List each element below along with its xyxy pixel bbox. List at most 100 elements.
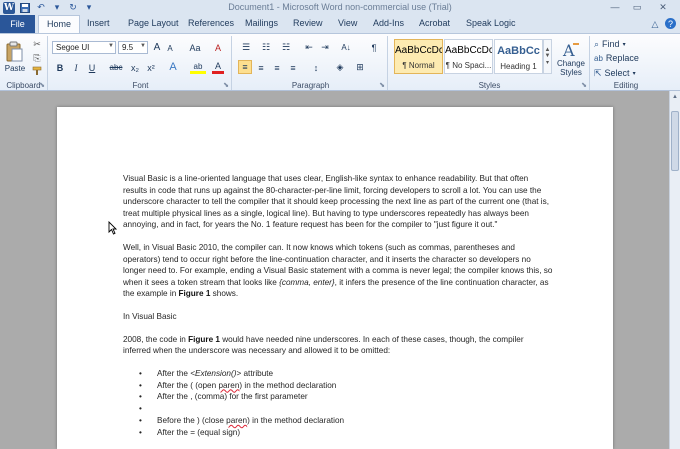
shrink-font-button[interactable]: A [164, 42, 176, 55]
change-styles-label: Change Styles [556, 59, 586, 77]
sort-button[interactable]: A↓ [338, 41, 354, 54]
spelling-error[interactable]: paren [226, 416, 247, 425]
text-effects-button[interactable]: A [166, 60, 180, 74]
center-button[interactable]: ≡ [254, 61, 268, 74]
line-spacing-button[interactable]: ↕ [308, 61, 324, 74]
change-styles-icon: A [562, 41, 579, 59]
borders-button[interactable]: ⊞ [352, 61, 368, 74]
close-button[interactable]: ✕ [648, 0, 678, 14]
ribbon: Paste ✂ ⎘ Clipboard ⬊ Segoe UI ▼ 9.5 ▼ A… [0, 33, 680, 91]
select-button[interactable]: ⇱ Select ▾ [594, 67, 636, 79]
highlight-button[interactable]: ab [190, 61, 206, 74]
paragraph-1[interactable]: Visual Basic is a line-oriented language… [123, 173, 553, 231]
font-launcher-icon[interactable]: ⬊ [223, 81, 229, 89]
find-icon: ⌕ [594, 38, 600, 49]
decrease-indent-button[interactable]: ⇤ [302, 41, 316, 54]
spelling-error[interactable]: paren [218, 381, 239, 390]
list-item[interactable]: After the = (equal sign) [139, 427, 553, 439]
change-styles-button[interactable]: A Change Styles [554, 37, 588, 81]
copy-icon[interactable]: ⎘ [30, 52, 44, 64]
tab-file[interactable]: File [0, 15, 35, 33]
chevron-down-icon: ▼ [108, 43, 114, 49]
italic-button[interactable]: I [70, 61, 82, 74]
group-label-styles: Styles [478, 81, 501, 90]
tab-speak-logic[interactable]: Speak Logic [466, 18, 516, 28]
subscript-button[interactable]: x₂ [128, 61, 142, 74]
paragraph-4[interactable]: 2008, the code in Figure 1 would have ne… [123, 334, 553, 357]
scroll-thumb[interactable] [671, 111, 679, 171]
align-right-button[interactable]: ≡ [270, 61, 284, 74]
replace-button[interactable]: ab Replace [594, 52, 639, 64]
shading-button[interactable]: ◈ [332, 61, 348, 74]
clipboard-launcher-icon[interactable]: ⬊ [39, 81, 45, 89]
style-name: ¶ No Spaci... [445, 61, 492, 70]
align-left-button[interactable]: ≡ [238, 60, 252, 74]
list-item[interactable] [139, 403, 553, 415]
maximize-button[interactable]: ▭ [626, 0, 648, 14]
increase-indent-button[interactable]: ⇥ [318, 41, 332, 54]
styles-launcher-icon[interactable]: ⬊ [581, 81, 587, 89]
tab-mailings[interactable]: Mailings [245, 18, 278, 28]
change-case-button[interactable]: Aa [186, 41, 204, 54]
tab-home[interactable]: Home [38, 15, 81, 34]
vertical-scrollbar[interactable]: ▲ [669, 91, 680, 449]
font-size-value: 9.5 [122, 43, 134, 52]
paste-label: Paste [4, 64, 26, 73]
numbering-button[interactable]: ☷ [258, 41, 274, 54]
tab-review[interactable]: Review [293, 18, 323, 28]
paste-button[interactable]: Paste [3, 37, 27, 77]
paragraph-launcher-icon[interactable]: ⬊ [379, 81, 385, 89]
strikethrough-button[interactable]: abc [108, 61, 124, 74]
find-button[interactable]: ⌕ Find ▾ [594, 38, 626, 50]
list-item[interactable]: After the <Extension()> attribute [139, 368, 553, 380]
superscript-button[interactable]: x² [144, 61, 158, 74]
minimize-ribbon-icon[interactable]: △ [649, 18, 661, 30]
font-name-combo[interactable]: Segoe UI ▼ [52, 41, 116, 54]
multilevel-list-button[interactable]: ☵ [278, 41, 294, 54]
replace-icon: ab [594, 53, 603, 63]
tab-acrobat[interactable]: Acrobat [419, 18, 450, 28]
tab-view[interactable]: View [338, 18, 357, 28]
list-item[interactable]: After the , (comma) for the first parame… [139, 391, 553, 403]
justify-button[interactable]: ≡ [286, 61, 300, 74]
style-sample: AaBbCcDc [445, 45, 492, 56]
font-size-combo[interactable]: 9.5 ▼ [118, 41, 148, 54]
select-label: Select [604, 68, 630, 78]
figure-reference: Figure 1 [188, 334, 220, 344]
style-heading-1[interactable]: AaBbCc Heading 1 [494, 39, 543, 74]
show-marks-button[interactable]: ¶ [368, 41, 380, 54]
format-painter-icon[interactable] [30, 65, 44, 77]
select-icon: ⇱ [594, 67, 602, 78]
minimize-button[interactable]: — [604, 0, 626, 14]
paragraph-4-text: 2008, the code in [123, 334, 189, 344]
document-page[interactable]: Visual Basic is a line-oriented language… [57, 107, 613, 449]
styles-scroll[interactable]: ▲ ▼ ▾ [543, 39, 552, 74]
tab-references[interactable]: References [188, 18, 234, 28]
help-icon[interactable]: ? [665, 18, 676, 29]
mouse-pointer-icon [108, 221, 117, 235]
tab-add-ins[interactable]: Add-Ins [373, 18, 404, 28]
list-item[interactable]: Before the ) (close paren) in the method… [139, 415, 553, 427]
paragraph-3[interactable]: In Visual Basic [123, 311, 553, 323]
paragraph-2[interactable]: Well, in Visual Basic 2010, the compiler… [123, 242, 553, 300]
style-normal[interactable]: AaBbCcDc ¶ Normal [394, 39, 443, 74]
list-item[interactable]: After the ( (open paren) in the method d… [139, 380, 553, 392]
font-name-value: Segoe UI [56, 43, 90, 52]
document-body[interactable]: Visual Basic is a line-oriented language… [123, 173, 553, 439]
bullets-button[interactable]: ☰ [238, 41, 254, 54]
tab-insert[interactable]: Insert [87, 18, 110, 28]
style-no-spacing[interactable]: AaBbCcDc ¶ No Spaci... [444, 39, 493, 74]
tab-page-layout[interactable]: Page Layout [128, 18, 179, 28]
bold-button[interactable]: B [54, 61, 66, 74]
grow-font-button[interactable]: A [151, 41, 163, 54]
font-color-button[interactable]: A [212, 61, 224, 74]
chevron-down-icon: ▼ [140, 43, 146, 49]
cut-icon[interactable]: ✂ [30, 38, 44, 50]
more-styles-icon[interactable]: ▾ [546, 59, 549, 66]
title-bar: W ↶ ▾ ↻ ▾ Document1 - Microsoft Word non… [0, 0, 680, 15]
scroll-up-icon[interactable]: ▲ [670, 91, 680, 102]
group-label-font: Font [132, 81, 149, 90]
underline-button[interactable]: U [86, 61, 98, 74]
clear-formatting-button[interactable]: A [211, 41, 225, 54]
paste-icon [6, 41, 23, 62]
